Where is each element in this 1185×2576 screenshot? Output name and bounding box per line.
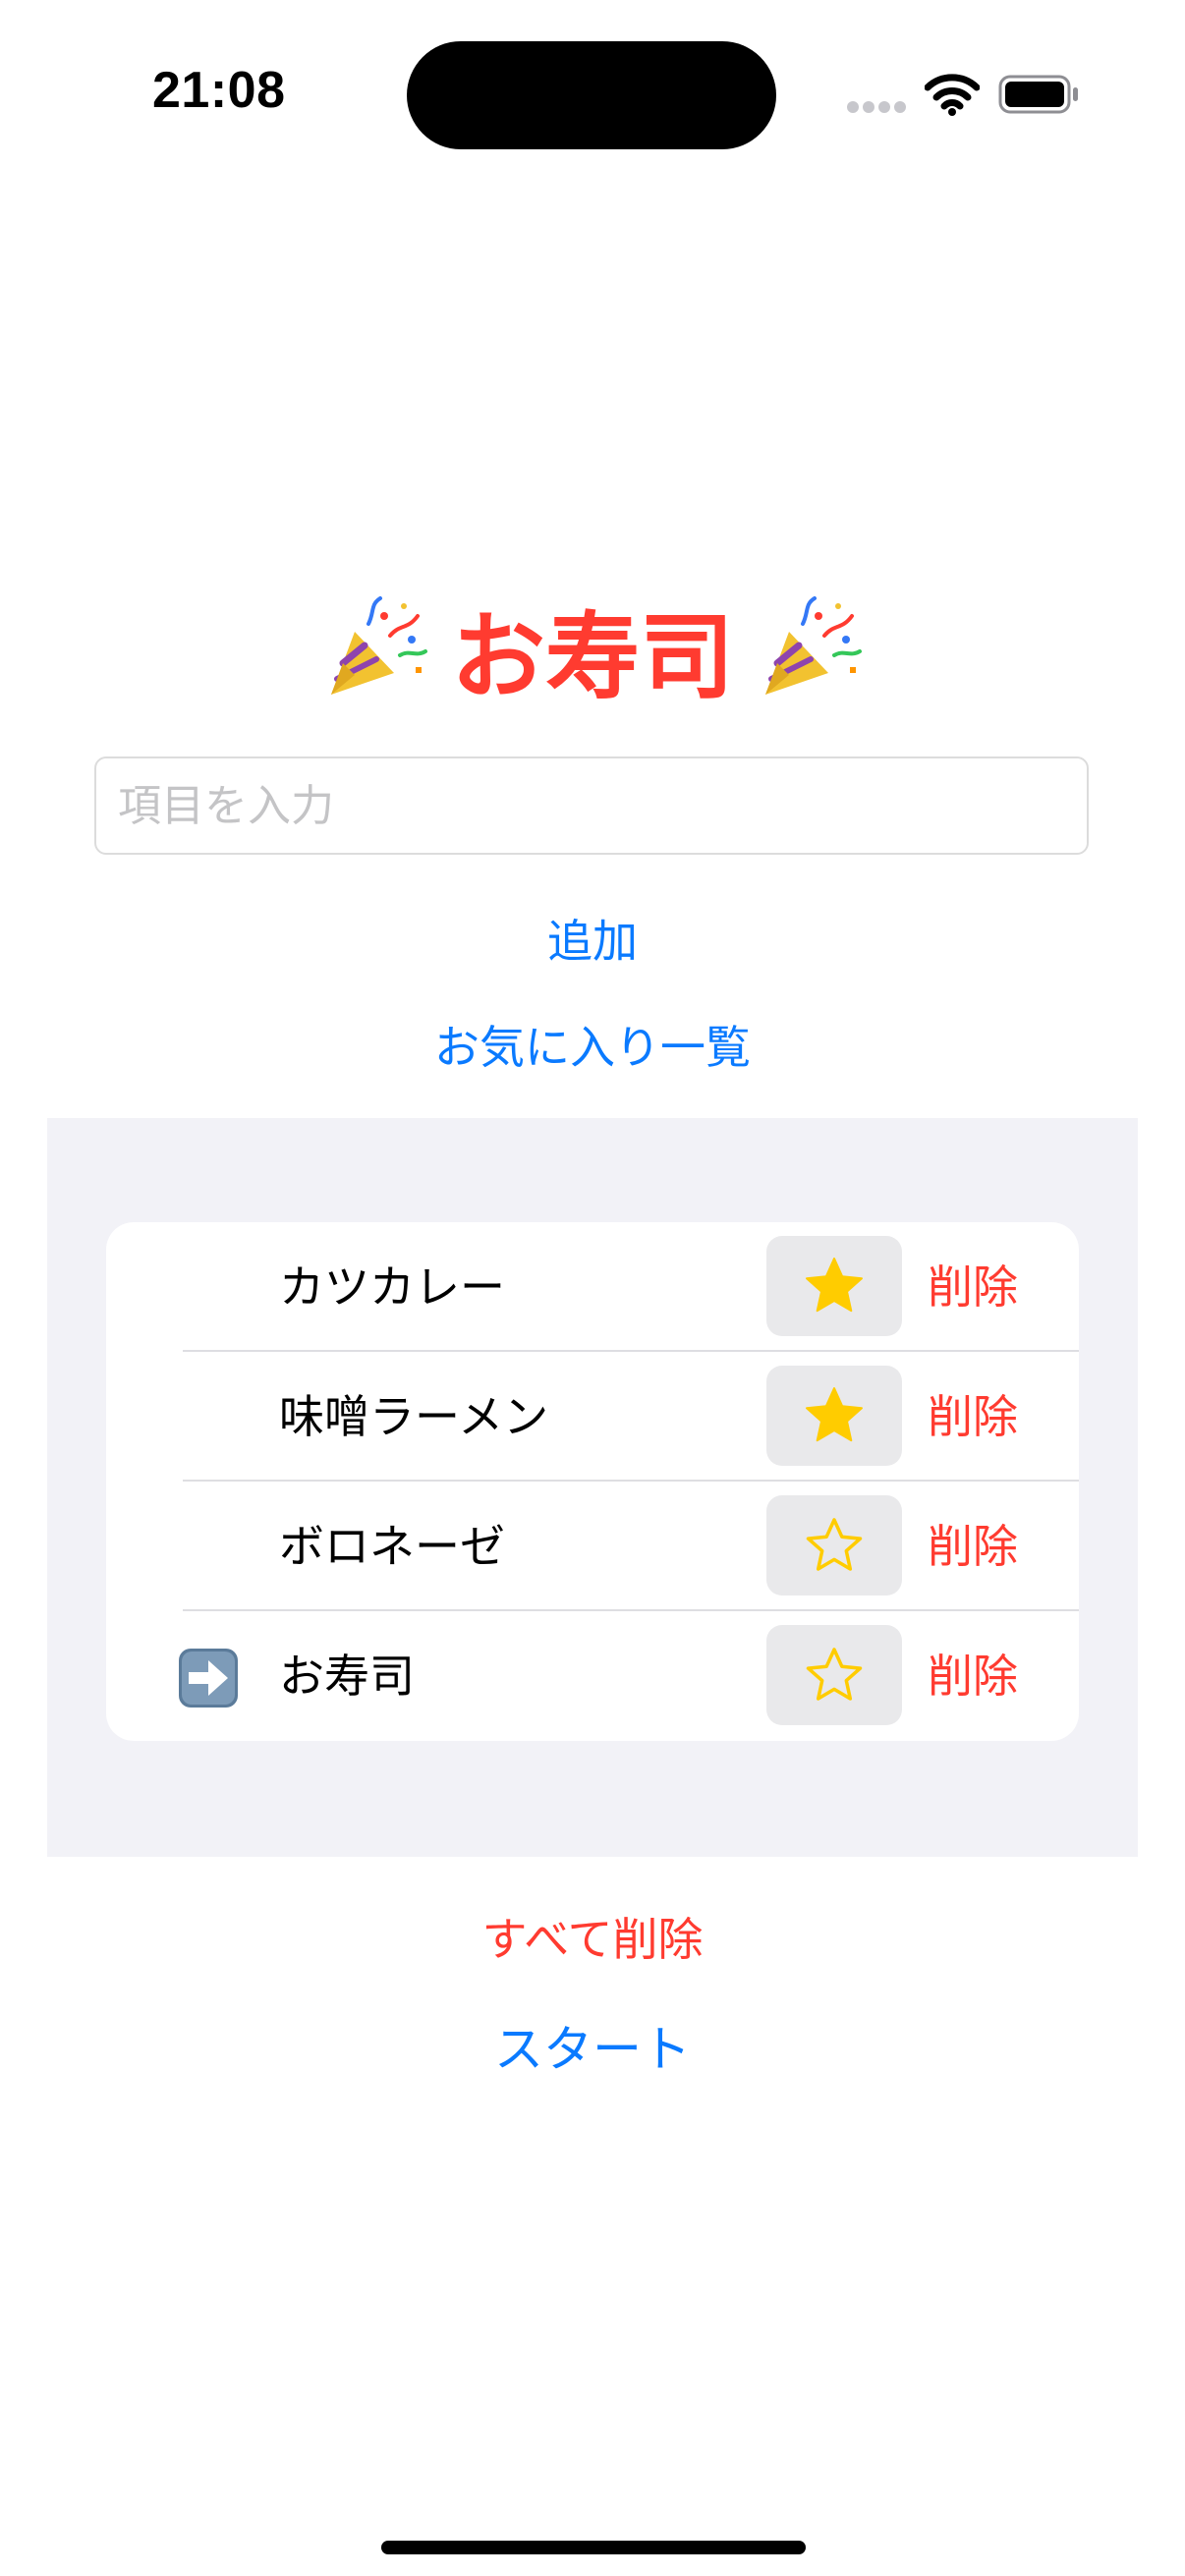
arrow-right-icon [179,1649,238,1708]
dynamic-island [407,41,776,149]
favorite-toggle-button[interactable] [766,1236,902,1336]
party-popper-icon [331,596,427,695]
list-item: お寿司 削除 [106,1611,1079,1741]
star-filled-icon [806,1258,863,1313]
item-label: カツカレー [279,1260,505,1314]
title-text: お寿司 [451,601,734,712]
favorite-toggle-button[interactable] [766,1495,902,1596]
add-button[interactable]: 追加 [0,906,1185,971]
item-list: カツカレー 削除 味噌ラーメン 削除 ボロネーゼ 削除 お寿司 削除 [106,1222,1079,1741]
cellular-signal-icon [847,101,908,115]
list-item: カツカレー 削除 [106,1222,1079,1352]
status-time: 21:08 [152,62,286,119]
item-input[interactable] [94,756,1089,855]
delete-all-button[interactable]: すべて削除 [0,1904,1185,1969]
party-popper-icon [765,596,862,695]
item-label: ボロネーゼ [279,1520,505,1573]
list-item: ボロネーゼ 削除 [106,1482,1079,1611]
wifi-icon [925,74,980,116]
star-outline-icon [806,1648,863,1701]
status-bar: 21:08 [0,0,1185,187]
start-button[interactable]: スタート [0,2010,1185,2081]
delete-item-button[interactable]: 削除 [928,1222,1018,1352]
delete-item-button[interactable]: 削除 [928,1352,1018,1482]
item-label: お寿司 [279,1650,415,1703]
home-indicator[interactable] [381,2541,806,2554]
battery-icon [998,75,1078,114]
star-filled-icon [806,1387,863,1442]
page-title: お寿司 [0,585,1185,712]
list-item: 味噌ラーメン 削除 [106,1352,1079,1482]
delete-item-button[interactable]: 削除 [928,1611,1018,1741]
favorite-toggle-button[interactable] [766,1366,902,1466]
favorite-toggle-button[interactable] [766,1625,902,1725]
item-label: 味噌ラーメン [279,1390,549,1443]
delete-item-button[interactable]: 削除 [928,1482,1018,1611]
star-outline-icon [806,1518,863,1571]
favorites-list-button[interactable]: お気に入り一覧 [0,1012,1185,1077]
